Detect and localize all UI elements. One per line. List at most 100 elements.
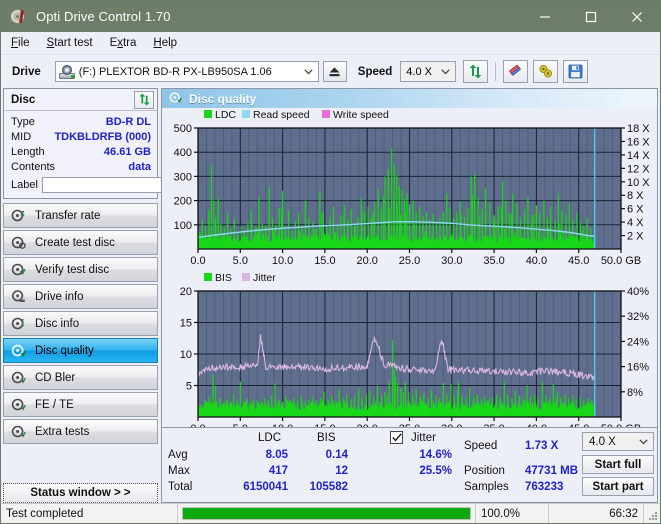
start-part-button[interactable]: Start part xyxy=(582,477,654,496)
chevron-down-icon xyxy=(304,62,313,81)
total-ldc: 6150041 xyxy=(192,481,288,493)
stats-col-bis: BIS xyxy=(317,432,336,444)
speed-select[interactable]: 4.0 X xyxy=(400,61,456,82)
maximize-icon[interactable] xyxy=(568,1,614,32)
minimize-icon[interactable] xyxy=(522,1,568,32)
disc-panel-header: Disc xyxy=(4,89,157,111)
bis-chart[interactable]: BISJitter51015208%16%24%32%40%0.05.010.0… xyxy=(162,271,657,439)
svg-text:5.0: 5.0 xyxy=(233,255,248,267)
panel-title: Disc quality xyxy=(189,92,256,106)
total-bis: 105582 xyxy=(290,481,348,493)
verify-test-disc-icon xyxy=(11,262,26,277)
refresh-disc-button[interactable] xyxy=(134,91,154,109)
svg-text:10.0: 10.0 xyxy=(272,255,293,267)
jitter-checkbox[interactable] xyxy=(390,431,403,444)
disc-panel-title: Disc xyxy=(11,94,35,106)
drive-select-value: (F:) PLEXTOR BD-R PX-LB950SA 1.06 xyxy=(79,66,272,78)
stats-panel: LDC BIS Jitter Avg Max Total 8.05 417 61… xyxy=(162,427,657,502)
menu-bar: File Start test Extra Help xyxy=(1,32,660,55)
speed-stat-value: 1.73 X xyxy=(525,440,558,452)
avg-jitter: 14.6% xyxy=(400,449,452,461)
field-value: data xyxy=(128,161,151,173)
save-button[interactable] xyxy=(563,60,588,83)
test-speed-value: 4.0 X xyxy=(589,436,616,448)
cd-bler-icon xyxy=(11,370,26,385)
toolbar-divider xyxy=(495,62,496,81)
sidebar-item-fe-te[interactable]: FE / TE xyxy=(3,392,158,417)
field-value: BD-R DL xyxy=(106,116,151,128)
stats-row-max: Max xyxy=(168,465,190,477)
bitsetting-button[interactable] xyxy=(533,60,558,83)
sidebar-item-label: Extra tests xyxy=(35,426,89,438)
jitter-label: Jitter xyxy=(411,432,436,444)
drive-info-icon xyxy=(11,289,26,304)
create-test-disc-icon xyxy=(11,235,26,250)
ldc-chart[interactable]: LDCRead speedWrite speed1002003004005002… xyxy=(162,108,657,271)
sidebar-item-drive-info[interactable]: Drive info xyxy=(3,284,158,309)
svg-text:BIS: BIS xyxy=(215,272,232,284)
samples-stat-label: Samples xyxy=(464,481,509,493)
svg-text:10: 10 xyxy=(180,349,192,361)
plots-container: LDCRead speedWrite speed1002003004005002… xyxy=(162,108,657,427)
svg-text:5: 5 xyxy=(186,381,192,393)
disc-field-mid: MID TDKBLDRFB (000) xyxy=(11,129,151,144)
menu-start-test[interactable]: Start test xyxy=(47,37,93,49)
menu-file[interactable]: File xyxy=(11,37,30,49)
disc-quality-card: Disc quality LDCRead speedWrite speed100… xyxy=(161,88,658,503)
sidebar-item-extra-tests[interactable]: Extra tests xyxy=(3,419,158,444)
sidebar: Disc Type BD-R DL MID T xyxy=(3,88,158,503)
svg-text:16 X: 16 X xyxy=(627,136,650,148)
speed-label: Speed xyxy=(358,66,393,78)
stats-row-total: Total xyxy=(168,481,192,493)
speed-stat-label: Speed xyxy=(464,440,497,452)
svg-text:15.0: 15.0 xyxy=(314,255,335,267)
menu-help[interactable]: Help xyxy=(153,37,177,49)
disc-info-icon xyxy=(11,316,26,331)
svg-text:2 X: 2 X xyxy=(627,231,644,243)
window-title: Opti Drive Control 1.70 xyxy=(36,9,522,24)
sidebar-item-label: Verify test disc xyxy=(35,264,109,276)
start-full-button[interactable]: Start full xyxy=(582,455,654,474)
sidebar-item-disc-info[interactable]: Disc info xyxy=(3,311,158,336)
svg-text:0.0: 0.0 xyxy=(190,255,205,267)
test-speed-select[interactable]: 4.0 X xyxy=(582,432,654,451)
svg-text:50.0 GB: 50.0 GB xyxy=(601,255,641,267)
sidebar-item-verify-test-disc[interactable]: Verify test disc xyxy=(3,257,158,282)
close-icon[interactable] xyxy=(614,1,660,32)
disc-fields: Type BD-R DL MID TDKBLDRFB (000) Length … xyxy=(4,111,157,198)
progress-track xyxy=(182,507,471,520)
refresh-drive-button[interactable] xyxy=(463,60,488,83)
svg-text:15: 15 xyxy=(180,318,192,330)
sidebar-item-label: Drive info xyxy=(35,291,84,303)
sidebar-item-label: Create test disc xyxy=(35,237,115,249)
svg-text:12 X: 12 X xyxy=(627,163,650,175)
erase-disc-button[interactable] xyxy=(503,60,528,83)
disc-quality-header: Disc quality xyxy=(162,89,657,108)
elapsed-time: 66:32 xyxy=(549,504,644,523)
sidebar-item-disc-quality[interactable]: Disc quality xyxy=(3,338,158,363)
sidebar-item-cd-bler[interactable]: CD Bler xyxy=(3,365,158,390)
max-bis: 12 xyxy=(290,465,348,477)
position-stat-value: 47731 MB xyxy=(525,465,578,477)
main-body: Disc Type BD-R DL MID T xyxy=(1,88,660,503)
svg-text:Read speed: Read speed xyxy=(253,109,310,121)
sidebar-item-transfer-rate[interactable]: Transfer rate xyxy=(3,203,158,228)
title-bar: Opti Drive Control 1.70 xyxy=(1,1,660,32)
transfer-rate-icon xyxy=(11,208,26,223)
max-jitter: 25.5% xyxy=(400,465,452,477)
position-stat-label: Position xyxy=(464,465,505,477)
svg-text:20: 20 xyxy=(180,286,192,298)
status-message: Test completed xyxy=(1,504,178,523)
svg-text:500: 500 xyxy=(174,123,192,135)
samples-stat-value: 763233 xyxy=(525,481,563,493)
menu-extra[interactable]: Extra xyxy=(110,37,137,49)
svg-text:18 X: 18 X xyxy=(627,123,650,135)
progress-fill xyxy=(183,508,470,519)
chevron-down-icon xyxy=(639,433,648,450)
drive-select[interactable]: (F:) PLEXTOR BD-R PX-LB950SA 1.06 xyxy=(55,61,319,82)
eject-button[interactable] xyxy=(323,61,347,82)
sidebar-item-create-test-disc[interactable]: Create test disc xyxy=(3,230,158,255)
status-window-button[interactable]: Status window > > xyxy=(3,483,158,503)
resize-grip-icon[interactable] xyxy=(644,504,660,523)
drive-label: Drive xyxy=(12,66,41,78)
